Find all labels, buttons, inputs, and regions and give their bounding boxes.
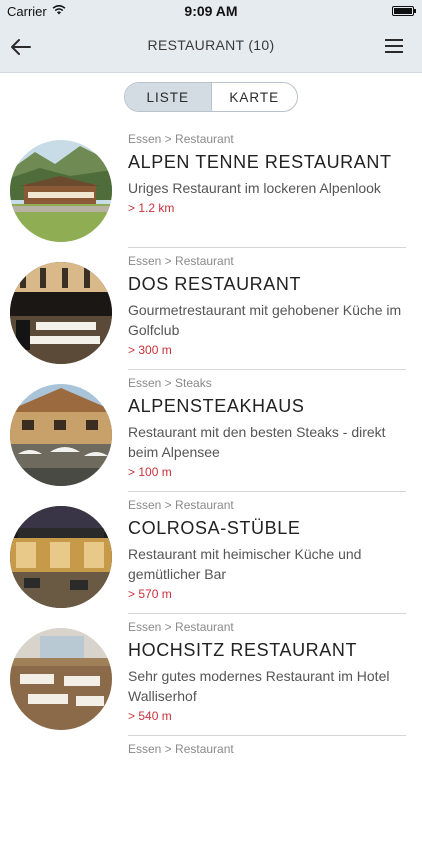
restaurant-photo [10,384,112,486]
item-category: Essen > Restaurant [128,742,234,756]
item-distance: > 540 m [128,709,172,723]
restaurant-photo [10,140,112,242]
item-distance: > 100 m [128,465,172,479]
item-title: ALPEN TENNE RESTAURANT [128,152,392,172]
list-item[interactable]: Essen > Steaks ALPENSTEAKHAUS Restaurant… [0,370,422,492]
item-distance: > 570 m [128,587,172,601]
item-description: Restaurant mit den besten Steaks - direk… [128,424,386,460]
hamburger-menu-icon[interactable] [384,36,404,56]
list-item[interactable]: Essen > Restaurant HOCHSITZ RESTAURANT S… [0,614,422,736]
item-category: Essen > Restaurant [128,498,234,512]
item-description: Restaurant mit heimischer Küche und gemü… [128,546,362,582]
list-item[interactable]: Essen > Restaurant [0,736,422,858]
restaurant-photo [10,506,112,608]
status-bar: Carrier 9:09 AM [0,0,422,22]
item-title: HOCHSITZ RESTAURANT [128,640,358,660]
restaurant-photo [10,262,112,364]
list-item[interactable]: Essen > Restaurant DOS RESTAURANT Gourme… [0,248,422,370]
item-title: ALPENSTEAKHAUS [128,396,305,416]
item-description: Uriges Restaurant im lockeren Alpenlook [128,180,381,196]
page-title: RESTAURANT (10) [147,37,275,53]
item-distance: > 1.2 km [128,201,175,215]
item-category: Essen > Restaurant [128,132,234,146]
item-description: Sehr gutes modernes Restaurant im Hotel … [128,668,390,704]
list-item[interactable]: Essen > Restaurant ALPEN TENNE RESTAURAN… [0,126,422,248]
status-time: 9:09 AM [184,3,238,19]
nav-bar: RESTAURANT (10) [0,22,422,73]
item-title: COLROSA-STÜBLE [128,518,301,538]
item-category: Essen > Restaurant [128,254,234,268]
restaurant-photo [10,628,112,730]
restaurant-list: Essen > Restaurant ALPEN TENNE RESTAURAN… [0,126,422,858]
list-item[interactable]: Essen > Restaurant COLROSA-STÜBLE Restau… [0,492,422,614]
item-category: Essen > Restaurant [128,620,234,634]
item-description: Gourmetrestaurant mit gehobener Küche im… [128,302,402,338]
item-title: DOS RESTAURANT [128,274,302,294]
tab-list[interactable]: LISTE [125,83,211,111]
view-toggle: LISTE KARTE [124,82,298,112]
item-distance: > 300 m [128,343,172,357]
tab-map[interactable]: KARTE [210,83,298,111]
item-category: Essen > Steaks [128,376,212,390]
battery-icon [392,6,416,16]
